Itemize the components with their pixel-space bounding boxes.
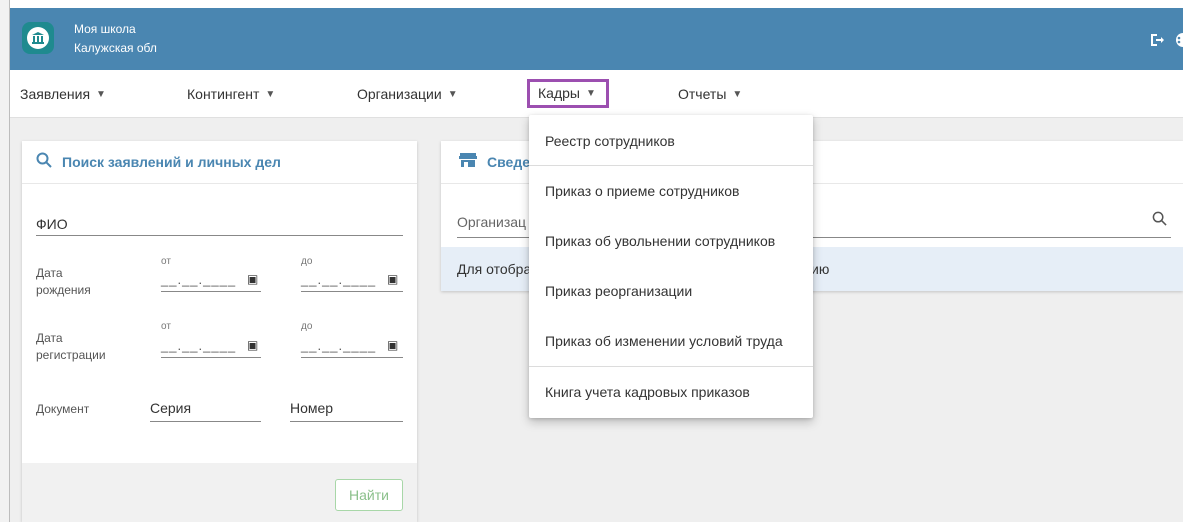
- menu-divider: [529, 165, 813, 166]
- birth-from-input[interactable]: __.__.____: [161, 272, 236, 287]
- number-input[interactable]: Номер: [290, 400, 333, 416]
- series-input[interactable]: Серия: [150, 400, 191, 416]
- logout-icon[interactable]: [1149, 32, 1165, 52]
- calendar-icon[interactable]: ▣: [247, 338, 258, 352]
- reg-date-label-2: регистрации: [36, 348, 106, 362]
- birth-to-label: до: [301, 256, 313, 267]
- search-card: Поиск заявлений и личных дел ФИО Дата ро…: [22, 141, 417, 522]
- school-logo-icon[interactable]: [22, 22, 54, 54]
- nav-item-reports[interactable]: Отчеты ▼: [678, 86, 742, 102]
- birth-to-input[interactable]: __.__.____: [301, 272, 376, 287]
- nav-item-label: Контингент: [187, 86, 260, 102]
- birth-to-underline: [301, 291, 403, 292]
- window-top-edge: [0, 0, 1183, 8]
- birth-date-label: Дата: [36, 266, 63, 280]
- birth-from-underline: [161, 291, 261, 292]
- search-card-title: Поиск заявлений и личных дел: [62, 154, 281, 170]
- fio-underline: [36, 235, 403, 236]
- nav-item-applications[interactable]: Заявления ▼: [20, 86, 106, 102]
- reg-from-label: от: [161, 321, 171, 332]
- info-message-text-end: ию: [811, 261, 830, 277]
- menu-item-orders-book[interactable]: Книга учета кадровых приказов: [545, 384, 750, 400]
- menu-item-dismissal-order[interactable]: Приказ об увольнении сотрудников: [545, 233, 775, 249]
- calendar-icon[interactable]: ▣: [387, 272, 398, 286]
- reg-to-underline: [301, 357, 403, 358]
- series-underline: [150, 421, 261, 422]
- organization-input[interactable]: Организац: [457, 214, 526, 230]
- store-icon: [459, 152, 477, 173]
- reg-from-underline: [161, 357, 261, 358]
- search-icon[interactable]: [1152, 211, 1167, 231]
- chevron-down-icon: ▼: [732, 88, 743, 100]
- menu-item-employee-registry[interactable]: Реестр сотрудников: [545, 133, 675, 149]
- chevron-down-icon: ▼: [96, 88, 106, 100]
- find-button[interactable]: Найти: [335, 479, 403, 511]
- nav-item-organizations[interactable]: Организации ▼: [357, 86, 458, 102]
- school-name: Моя школа: [74, 22, 136, 36]
- nav-item-label: Кадры: [538, 85, 580, 101]
- kadry-dropdown-menu: Реестр сотрудников Приказ о приеме сотру…: [529, 115, 813, 418]
- reg-date-label: Дата: [36, 331, 63, 345]
- menu-item-labor-conditions-order[interactable]: Приказ об изменении условий труда: [545, 333, 783, 349]
- app-header: Моя школа Калужская обл: [10, 8, 1183, 70]
- search-card-header: Поиск заявлений и личных дел: [22, 141, 417, 184]
- search-card-footer: Найти: [22, 463, 417, 522]
- calendar-icon[interactable]: ▣: [387, 338, 398, 352]
- menu-divider: [529, 366, 813, 367]
- birth-date-label-2: рождения: [36, 283, 91, 297]
- chevron-down-icon: ▼: [447, 88, 458, 100]
- window-left-edge: [0, 0, 10, 522]
- building-icon: [27, 27, 49, 49]
- number-underline: [290, 421, 403, 422]
- chevron-down-icon: ▼: [585, 87, 596, 99]
- chevron-down-icon: ▼: [265, 88, 276, 100]
- nav-item-label: Заявления: [20, 86, 91, 102]
- menu-item-reorganization-order[interactable]: Приказ реорганизации: [545, 283, 692, 299]
- calendar-icon[interactable]: ▣: [247, 272, 258, 286]
- nav-item-kadry[interactable]: Кадры ▼: [527, 79, 609, 108]
- info-card-title: Сведе: [487, 154, 530, 170]
- reg-to-input[interactable]: __.__.____: [301, 338, 376, 353]
- info-message-text: Для отобра: [457, 261, 532, 277]
- fio-field[interactable]: ФИО: [36, 216, 68, 232]
- palette-icon[interactable]: [1173, 32, 1183, 52]
- reg-from-input[interactable]: __.__.____: [161, 338, 236, 353]
- document-label: Документ: [36, 402, 90, 416]
- search-icon: [36, 152, 52, 173]
- reg-to-label: до: [301, 321, 313, 332]
- school-region: Калужская обл: [74, 41, 157, 55]
- nav-item-label: Отчеты: [678, 86, 727, 102]
- nav-item-label: Организации: [357, 86, 442, 102]
- birth-from-label: от: [161, 256, 171, 267]
- main-nav: Заявления ▼ Контингент ▼ Организации ▼ К…: [10, 70, 1183, 118]
- menu-item-hiring-order[interactable]: Приказ о приеме сотрудников: [545, 183, 739, 199]
- nav-item-contingent[interactable]: Контингент ▼: [187, 86, 275, 102]
- appbar-actions: [1149, 32, 1183, 52]
